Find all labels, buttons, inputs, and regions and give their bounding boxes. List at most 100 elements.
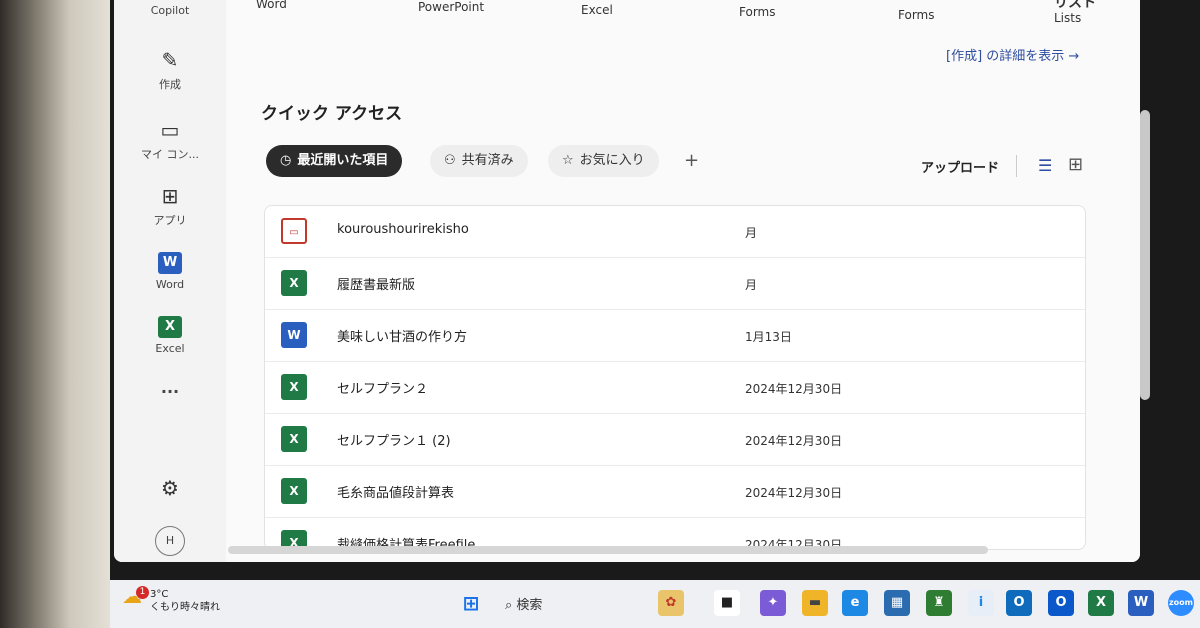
grid-view-icon[interactable]: ⊞ xyxy=(1068,154,1083,175)
tab-favorites[interactable]: ☆ お気に入り xyxy=(548,145,659,177)
top-app-powerpoint[interactable]: PowerPoint xyxy=(418,0,484,14)
info-icon[interactable]: i xyxy=(968,590,994,616)
search-icon: ⌕ xyxy=(505,598,517,613)
windows-start-icon[interactable]: ⊞ xyxy=(458,590,484,616)
monitor-bezel-left xyxy=(0,0,110,628)
weather-desc: くもり時々晴れ xyxy=(150,602,220,613)
list-item[interactable]: X 履歴書最新版 月 xyxy=(265,258,1085,310)
copilot-icon[interactable]: ✦ xyxy=(760,590,786,616)
excel-file-icon: X xyxy=(281,478,307,504)
file-date: 1月13日 xyxy=(745,330,792,344)
nav-word-label: Word xyxy=(155,278,185,291)
add-tab-button[interactable]: + xyxy=(684,150,699,171)
excel-taskbar-icon[interactable]: X xyxy=(1088,590,1114,616)
file-date: 2024年12月30日 xyxy=(745,434,843,448)
tab-shared[interactable]: ⚇ 共有済み xyxy=(430,145,528,177)
weather-widget[interactable]: ☁ 1 3°C くもり時々晴れ xyxy=(122,586,220,614)
quick-access-title: クイック アクセス xyxy=(261,104,403,124)
outlook-new-icon[interactable]: O xyxy=(1006,590,1032,616)
vertical-scrollbar[interactable] xyxy=(1140,110,1150,400)
file-name: kouroushourirekisho xyxy=(337,222,469,237)
top-app-word[interactable]: Word xyxy=(256,0,287,11)
excel-icon: X xyxy=(158,316,182,338)
zoom-icon[interactable]: zoom xyxy=(1168,590,1194,616)
nav-create-label: 作成 xyxy=(159,78,181,91)
file-name: セルフプラン１ (2) xyxy=(337,434,451,449)
file-date: 2024年12月30日 xyxy=(745,486,843,500)
word-icon: W xyxy=(158,252,182,274)
list-item[interactable]: W 美味しい甘酒の作り方 1月13日 xyxy=(265,310,1085,362)
excel-file-icon: X xyxy=(281,426,307,452)
list-item[interactable]: X 毛糸商品値段計算表 2024年12月30日 xyxy=(265,466,1085,518)
top-app-lists[interactable]: Lists xyxy=(1054,11,1081,25)
file-date: 月 xyxy=(745,226,758,240)
tab-recent-label: 最近開いた項目 xyxy=(297,153,389,168)
clock-icon: ◷ xyxy=(280,153,292,168)
gear-icon: ⚙ xyxy=(161,476,179,500)
nav-my-content-label: マイ コン... xyxy=(141,148,199,161)
nav-excel[interactable]: X Excel xyxy=(114,316,226,355)
file-name: 毛糸商品値段計算表 xyxy=(337,486,455,501)
nav-my-content[interactable]: ▭ マイ コン... xyxy=(114,118,226,162)
nav-copilot-label: Copilot xyxy=(150,4,190,17)
pencil-icon: ✎ xyxy=(161,48,179,72)
tab-favorites-label: お気に入り xyxy=(579,153,645,168)
nav-settings[interactable]: ⚙ xyxy=(114,476,226,504)
top-app-excel[interactable]: Excel xyxy=(581,3,613,17)
word-file-icon: W xyxy=(281,322,307,348)
edge-icon[interactable]: e xyxy=(842,590,868,616)
upload-button[interactable]: アップロード xyxy=(921,157,999,176)
taskview-icon[interactable]: ■ xyxy=(714,590,740,616)
list-item[interactable]: X セルフプラン１ (2) 2024年12月30日 xyxy=(265,414,1085,466)
file-explorer-icon[interactable]: ▬ xyxy=(802,590,828,616)
excel-file-icon: X xyxy=(281,270,307,296)
office-app-window: Copilot ✎ 作成 ▭ マイ コン... ⊞ アプリ W Word X E… xyxy=(114,0,1140,562)
green-app-icon[interactable]: ♜ xyxy=(926,590,952,616)
nav-excel-label: Excel xyxy=(155,342,185,355)
nav-create[interactable]: ✎ 作成 xyxy=(114,48,226,92)
list-item[interactable]: ▭ kouroushourirekisho 月 xyxy=(265,206,1085,258)
folder-icon: ▭ xyxy=(160,118,180,142)
list-view-icon[interactable]: ☰ xyxy=(1038,156,1052,175)
taskbar-search[interactable]: ⌕ 検索 xyxy=(505,594,542,613)
file-list: ▭ kouroushourirekisho 月 X 履歴書最新版 月 W 美味し… xyxy=(264,205,1086,550)
windows-taskbar: ☁ 1 3°C くもり時々晴れ ⊞ ⌕ 検索 ✿ ■ ✦ ▬ e ▦ ♜ i O… xyxy=(110,580,1200,628)
taskbar-search-label: 検索 xyxy=(516,598,543,613)
file-name: 履歴書最新版 xyxy=(337,278,416,293)
nav-apps-label: アプリ xyxy=(153,214,187,227)
create-details-link[interactable]: [作成] の詳細を表示 → xyxy=(946,45,1079,64)
top-app-quiz-forms[interactable]: Forms xyxy=(898,8,934,22)
outlook-icon[interactable]: O xyxy=(1048,590,1074,616)
top-app-row: Word PowerPoint Excel Forms Forms リスト Li… xyxy=(226,0,1140,30)
main-content: Word PowerPoint Excel Forms Forms リスト Li… xyxy=(226,0,1140,562)
left-nav: Copilot ✎ 作成 ▭ マイ コン... ⊞ アプリ W Word X E… xyxy=(114,0,226,562)
file-date: 月 xyxy=(745,278,758,292)
screen: Copilot ✎ 作成 ▭ マイ コン... ⊞ アプリ W Word X E… xyxy=(110,0,1200,580)
horizontal-scrollbar[interactable] xyxy=(228,546,988,554)
nav-copilot[interactable]: Copilot xyxy=(114,4,226,17)
list-item[interactable]: X セルフプラン２ 2024年12月30日 xyxy=(265,362,1085,414)
tab-shared-label: 共有済み xyxy=(461,153,514,168)
star-icon: ☆ xyxy=(562,153,574,168)
nav-word[interactable]: W Word xyxy=(114,252,226,291)
nav-more[interactable]: ... xyxy=(114,378,226,397)
store-icon[interactable]: ▦ xyxy=(884,590,910,616)
apps-grid-icon: ⊞ xyxy=(161,184,179,208)
nav-account[interactable]: H xyxy=(114,526,226,556)
file-date: 2024年12月30日 xyxy=(745,382,843,396)
game-app-icon[interactable]: ✿ xyxy=(658,590,684,616)
top-app-forms[interactable]: Forms xyxy=(739,5,775,19)
file-name: セルフプラン２ xyxy=(337,382,429,397)
excel-file-icon: X xyxy=(281,374,307,400)
word-taskbar-icon[interactable]: W xyxy=(1128,590,1154,616)
more-icon: ... xyxy=(160,378,180,397)
people-icon: ⚇ xyxy=(444,153,456,168)
nav-apps[interactable]: ⊞ アプリ xyxy=(114,184,226,228)
toolbar-divider xyxy=(1016,155,1017,177)
tab-recent[interactable]: ◷ 最近開いた項目 xyxy=(266,145,403,177)
avatar: H xyxy=(155,526,185,556)
weather-temp: 3°C xyxy=(150,589,169,600)
file-name: 美味しい甘酒の作り方 xyxy=(337,330,468,345)
pdf-file-icon: ▭ xyxy=(281,218,307,244)
notification-badge: 1 xyxy=(136,586,149,599)
